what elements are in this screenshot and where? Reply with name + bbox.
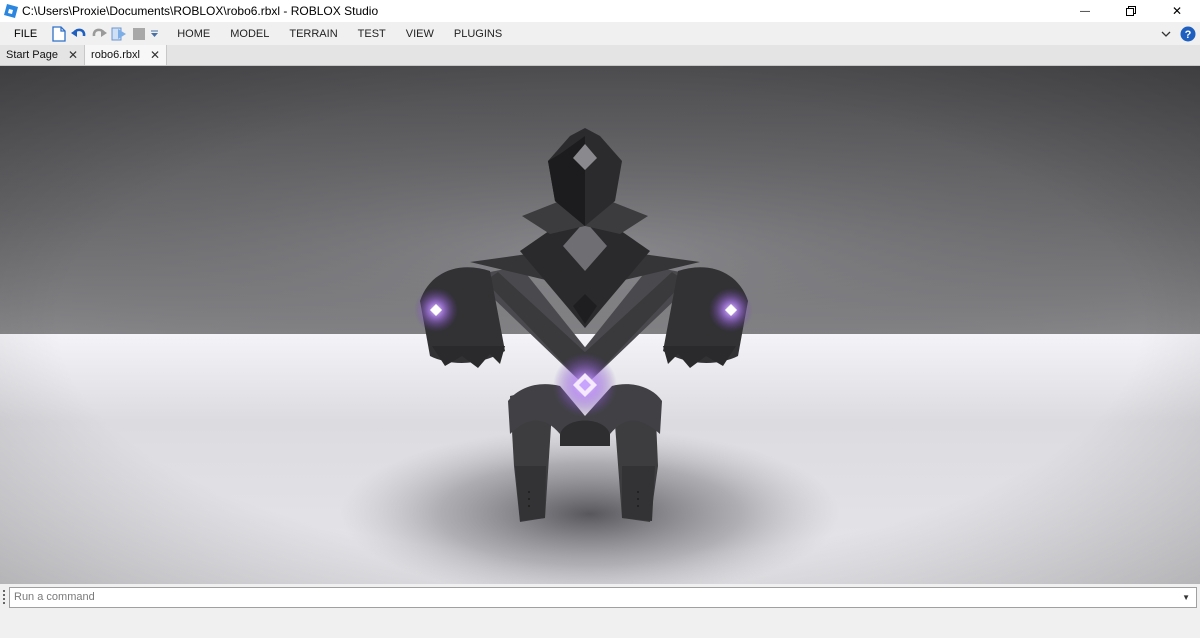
- document-tab-strip: Start Page ✕ robo6.rbxl ✕: [0, 45, 1200, 66]
- restore-button[interactable]: [1108, 0, 1154, 22]
- menu-bar: FILE HOME MODEL TERRAIN TEST VIEW PLUGIN…: [0, 22, 1200, 45]
- tab-test[interactable]: TEST: [348, 22, 396, 45]
- tab-terrain[interactable]: TERRAIN: [279, 22, 347, 45]
- new-file-icon: [52, 25, 66, 42]
- command-input[interactable]: Run a command ▼: [9, 587, 1197, 608]
- file-menu[interactable]: FILE: [0, 22, 49, 45]
- tab-home[interactable]: HOME: [167, 22, 220, 45]
- redo-button[interactable]: [89, 24, 109, 44]
- window-title: C:\Users\Proxie\Documents\ROBLOX\robo6.r…: [22, 4, 379, 18]
- minimize-icon: —: [1080, 5, 1090, 17]
- chevron-down-icon: [150, 30, 158, 37]
- stop-icon: [133, 27, 146, 40]
- svg-text:?: ?: [1185, 29, 1192, 41]
- play-button[interactable]: [109, 24, 129, 44]
- chevron-collapse-icon: [1161, 31, 1171, 37]
- play-here-icon: [111, 27, 127, 40]
- close-tab-icon[interactable]: ✕: [68, 49, 78, 61]
- tab-view[interactable]: VIEW: [396, 22, 444, 45]
- minimize-button[interactable]: —: [1062, 0, 1108, 22]
- redo-icon: [92, 28, 108, 37]
- tab-label: Start Page: [6, 49, 58, 61]
- undo-button[interactable]: [69, 24, 89, 44]
- command-history-dropdown-icon[interactable]: ▼: [1182, 588, 1190, 607]
- stop-button[interactable]: [129, 24, 149, 44]
- help-button[interactable]: ?: [1178, 24, 1198, 44]
- close-icon: ✕: [1171, 4, 1183, 18]
- tab-start-page[interactable]: Start Page ✕: [0, 45, 86, 65]
- help-icon: ?: [1180, 26, 1196, 41]
- undo-icon: [71, 28, 86, 37]
- tab-plugins[interactable]: PLUGINS: [444, 22, 512, 45]
- tab-model[interactable]: MODEL: [220, 22, 279, 45]
- title-bar: C:\Users\Proxie\Documents\ROBLOX\robo6.r…: [0, 0, 1200, 22]
- close-button[interactable]: ✕: [1154, 0, 1200, 22]
- viewport-scene: [0, 66, 1200, 584]
- quick-access-dropdown[interactable]: [149, 24, 159, 44]
- restore-icon: [1126, 6, 1136, 16]
- command-bar: Run a command ▼: [0, 584, 1200, 638]
- tab-robo6[interactable]: robo6.rbxl ✕: [85, 45, 168, 65]
- ribbon-toggle-button[interactable]: [1156, 24, 1176, 44]
- roblox-studio-logo-icon: [4, 4, 18, 18]
- command-placeholder: Run a command: [14, 591, 95, 603]
- tab-label: robo6.rbxl: [91, 49, 140, 61]
- new-file-button[interactable]: [49, 24, 69, 44]
- close-tab-icon[interactable]: ✕: [150, 49, 160, 61]
- drag-handle-icon[interactable]: [2, 590, 6, 604]
- 3d-viewport[interactable]: [0, 66, 1200, 584]
